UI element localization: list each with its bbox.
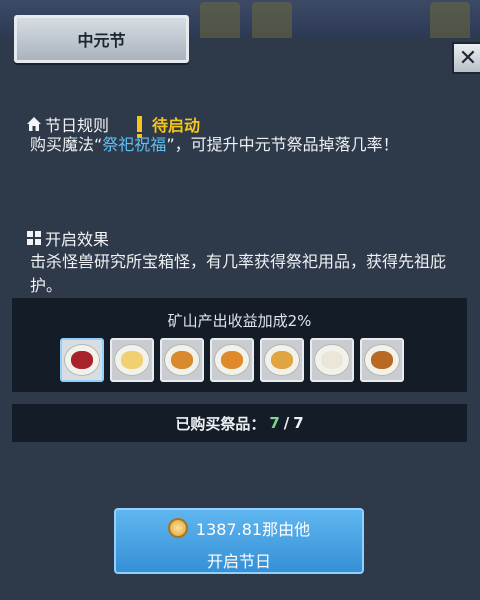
- plate-icon: [364, 344, 400, 376]
- plate-icon: [114, 344, 150, 376]
- offering-slot[interactable]: [310, 338, 354, 382]
- title-tab: 中元节: [14, 15, 189, 63]
- coin-icon: [167, 518, 188, 538]
- plate-icon: [214, 344, 250, 376]
- close-icon: ✕: [458, 45, 478, 71]
- background-tile: [252, 2, 292, 42]
- effect-header: 开启效果: [26, 226, 109, 250]
- page-title: 中元节: [77, 31, 126, 50]
- background-tile: [430, 2, 470, 42]
- offering-slot[interactable]: [260, 338, 304, 382]
- plate-icon: [164, 344, 200, 376]
- open-festival-label: 开启节日: [206, 552, 271, 571]
- rules-description: 购买魔法“祭祀祝福”，可提升中元节祭品掉落几率！: [30, 133, 470, 157]
- purchased-count: 已购买祭品： 7 / 7: [12, 404, 467, 442]
- effect-description: 击杀怪兽研究所宝箱怪，有几率获得祭祀用品，获得先祖庇护。: [30, 252, 447, 295]
- offering-buns-icon: [171, 351, 193, 369]
- open-festival-button[interactable]: 1387.81那由他 开启节日: [114, 508, 364, 574]
- background-tile: [200, 2, 240, 42]
- close-button[interactable]: ✕: [452, 42, 480, 74]
- grid-icon: [27, 231, 41, 245]
- offering-pastries-icon: [221, 351, 243, 369]
- offering-berries-icon: [71, 351, 93, 369]
- offering-noodles-icon: [271, 351, 293, 369]
- purchased-total: 7: [293, 414, 304, 432]
- cost-row: 1387.81那由他: [116, 516, 362, 540]
- offering-slot[interactable]: [110, 338, 154, 382]
- plate-icon: [264, 344, 300, 376]
- purchased-current: 7: [269, 414, 280, 432]
- offering-roast-chicken-icon: [371, 351, 393, 369]
- plate-icon: [314, 344, 350, 376]
- effect-heading: 开启效果: [45, 230, 110, 249]
- home-icon: [27, 117, 41, 131]
- offering-items: [60, 338, 404, 382]
- bonus-text: 矿山产出收益加成2%: [167, 312, 312, 330]
- offering-rice-balls-icon: [321, 351, 343, 369]
- offering-dumplings-icon: [121, 351, 143, 369]
- offering-slot[interactable]: [360, 338, 404, 382]
- offering-slot[interactable]: [60, 338, 104, 382]
- magic-name-highlight: 祭祀祝福: [102, 135, 167, 154]
- cost-value: 1387.81那由他: [195, 520, 311, 539]
- offering-slot[interactable]: [210, 338, 254, 382]
- exclamation-icon: [137, 116, 143, 138]
- plate-icon: [64, 344, 100, 376]
- purchased-separator: /: [283, 414, 290, 432]
- purchased-label: 已购买祭品：: [175, 414, 266, 433]
- rules-desc-pre: 购买魔法“: [30, 135, 103, 154]
- bonus-box: 矿山产出收益加成2%: [12, 298, 467, 392]
- offering-slot[interactable]: [160, 338, 204, 382]
- rules-desc-post: ”，可提升中元节祭品掉落几率！: [166, 135, 399, 154]
